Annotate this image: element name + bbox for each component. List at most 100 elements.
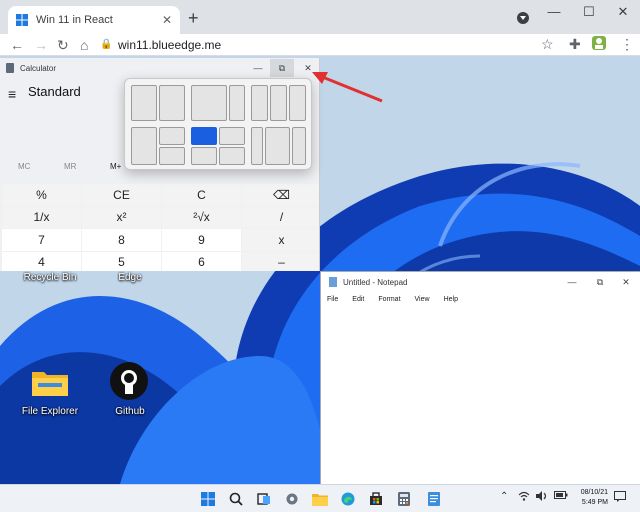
task-view-icon[interactable] (256, 491, 272, 507)
volume-icon[interactable] (536, 491, 548, 504)
clock-date: 08/10/21 (580, 489, 608, 496)
reload-icon[interactable]: ↻ (57, 36, 69, 54)
menu-file[interactable]: File (327, 296, 338, 303)
snap-zone[interactable] (191, 85, 227, 121)
tray-chevron-icon[interactable]: ⌃ (500, 491, 508, 502)
calculator-restore-button[interactable]: ⧉ (270, 59, 294, 77)
tab-search-dropdown-icon[interactable] (517, 12, 529, 24)
calculator-keypad: % CE C ⌫ 1/x x² ²√x/ 7 8 9 x 4 5 6– (2, 184, 319, 271)
snap-zone-selected[interactable] (191, 127, 217, 145)
calc-key[interactable]: CE (82, 184, 161, 206)
calc-key[interactable]: ⌫ (242, 184, 319, 206)
notepad-app-icon (329, 277, 337, 287)
file-explorer-label[interactable]: File Explorer (10, 406, 90, 417)
window-maximize-button[interactable]: ☐ (574, 4, 604, 20)
forward-icon[interactable]: → (34, 36, 48, 54)
menu-view[interactable]: View (415, 296, 430, 303)
start-windows-icon[interactable] (200, 491, 216, 507)
memory-clear-button[interactable]: MC (18, 162, 30, 171)
snap-zone[interactable] (265, 127, 290, 165)
taskbar: ⌃ 08/10/21 5:49 PM (0, 484, 640, 512)
github-label[interactable]: Github (90, 406, 170, 417)
notepad-close-button[interactable]: ✕ (613, 273, 639, 291)
calc-key[interactable]: ²√x (162, 206, 241, 228)
wifi-icon[interactable] (518, 491, 530, 504)
window-close-button[interactable]: ✕ (608, 4, 638, 20)
snap-zone[interactable] (131, 127, 157, 165)
calc-key[interactable]: 1/x (2, 206, 81, 228)
calc-key[interactable]: x (242, 229, 319, 251)
recycle-bin-label[interactable]: Recycle Bin (10, 272, 90, 283)
snap-zone[interactable] (219, 147, 245, 165)
calculator-mode-title: Standard (28, 84, 81, 99)
search-icon[interactable] (228, 491, 244, 507)
snap-zone[interactable] (292, 127, 306, 165)
notepad-window: Untitled - Notepad — ⧉ ✕ File Edit Forma… (320, 271, 640, 484)
calc-key[interactable]: 9 (162, 229, 241, 251)
notification-icon[interactable] (614, 491, 626, 505)
snap-zone[interactable] (219, 127, 245, 145)
browser-tab[interactable]: Win 11 in React ✕ (8, 6, 180, 34)
hamburger-menu-icon[interactable]: ≡ (8, 86, 16, 102)
annotation-arrow (312, 72, 383, 103)
url-text: win11.blueedge.me (118, 37, 222, 52)
calc-key[interactable]: 4 (2, 251, 81, 271)
calc-key[interactable]: C (162, 184, 241, 206)
calculator-taskbar-icon[interactable] (396, 491, 412, 507)
windows-logo-icon (16, 14, 28, 26)
menu-edit[interactable]: Edit (352, 296, 364, 303)
file-explorer-taskbar-icon[interactable] (312, 491, 328, 507)
calc-key[interactable]: 5 (82, 251, 161, 271)
calc-key[interactable]: – (242, 251, 319, 271)
calc-key[interactable]: / (242, 206, 319, 228)
battery-icon[interactable] (554, 491, 568, 502)
calc-key[interactable]: x² (82, 206, 161, 228)
snap-zone[interactable] (251, 85, 268, 121)
snap-zone[interactable] (289, 85, 306, 121)
snap-zone[interactable] (159, 85, 185, 121)
back-icon[interactable]: ← (10, 36, 24, 54)
new-tab-button[interactable]: + (188, 8, 199, 28)
memory-add-button[interactable]: M+ (110, 162, 121, 171)
menu-help[interactable]: Help (444, 296, 458, 303)
notepad-taskbar-icon[interactable] (426, 491, 442, 507)
snap-zone[interactable] (159, 127, 185, 145)
memory-recall-button[interactable]: MR (64, 162, 76, 171)
calc-key[interactable]: 7 (2, 229, 81, 251)
extensions-icon[interactable]: ✚ (569, 36, 581, 53)
github-icon[interactable] (110, 362, 148, 400)
snap-layouts-flyout (124, 78, 312, 170)
store-icon[interactable] (368, 491, 384, 507)
calc-key[interactable]: 8 (82, 229, 161, 251)
calc-key[interactable]: 6 (162, 251, 241, 271)
settings-gear-icon[interactable] (284, 491, 300, 507)
profile-avatar-icon[interactable] (592, 36, 606, 53)
snap-zone[interactable] (131, 85, 157, 121)
menu-format[interactable]: Format (378, 296, 400, 303)
notepad-minimize-button[interactable]: — (559, 273, 585, 291)
home-icon[interactable]: ⌂ (80, 36, 88, 54)
tab-close-icon[interactable]: ✕ (162, 13, 172, 27)
calculator-title: Calculator (20, 63, 57, 73)
notepad-menubar: File Edit Format View Help (321, 292, 640, 306)
snap-zone[interactable] (191, 147, 217, 165)
snap-zone[interactable] (229, 85, 245, 121)
edge-label[interactable]: Edge (90, 272, 170, 283)
browser-tabstrip: Win 11 in React ✕ + — ☐ ✕ (0, 0, 640, 34)
taskbar-clock[interactable]: 08/10/21 5:49 PM (581, 488, 608, 508)
snap-zone[interactable] (251, 127, 263, 165)
tab-title: Win 11 in React (36, 14, 113, 26)
calc-key[interactable]: % (2, 184, 81, 206)
notepad-restore-button[interactable]: ⧉ (587, 273, 613, 291)
file-explorer-icon[interactable] (30, 366, 70, 398)
edge-taskbar-icon[interactable] (340, 491, 356, 507)
address-bar[interactable]: 🔒 win11.blueedge.me (100, 35, 560, 54)
snap-zone[interactable] (270, 85, 287, 121)
window-minimize-button[interactable]: — (539, 4, 569, 19)
menu-kebab-icon[interactable]: ⋮ (620, 36, 634, 53)
snap-zone[interactable] (159, 147, 185, 165)
bookmark-star-icon[interactable]: ☆ (541, 36, 554, 53)
calculator-minimize-button[interactable]: — (246, 59, 270, 77)
browser-toolbar: ← → ↻ ⌂ 🔒 win11.blueedge.me ☆ ✚ ⋮ (0, 34, 640, 56)
notepad-text-area[interactable] (325, 308, 636, 480)
